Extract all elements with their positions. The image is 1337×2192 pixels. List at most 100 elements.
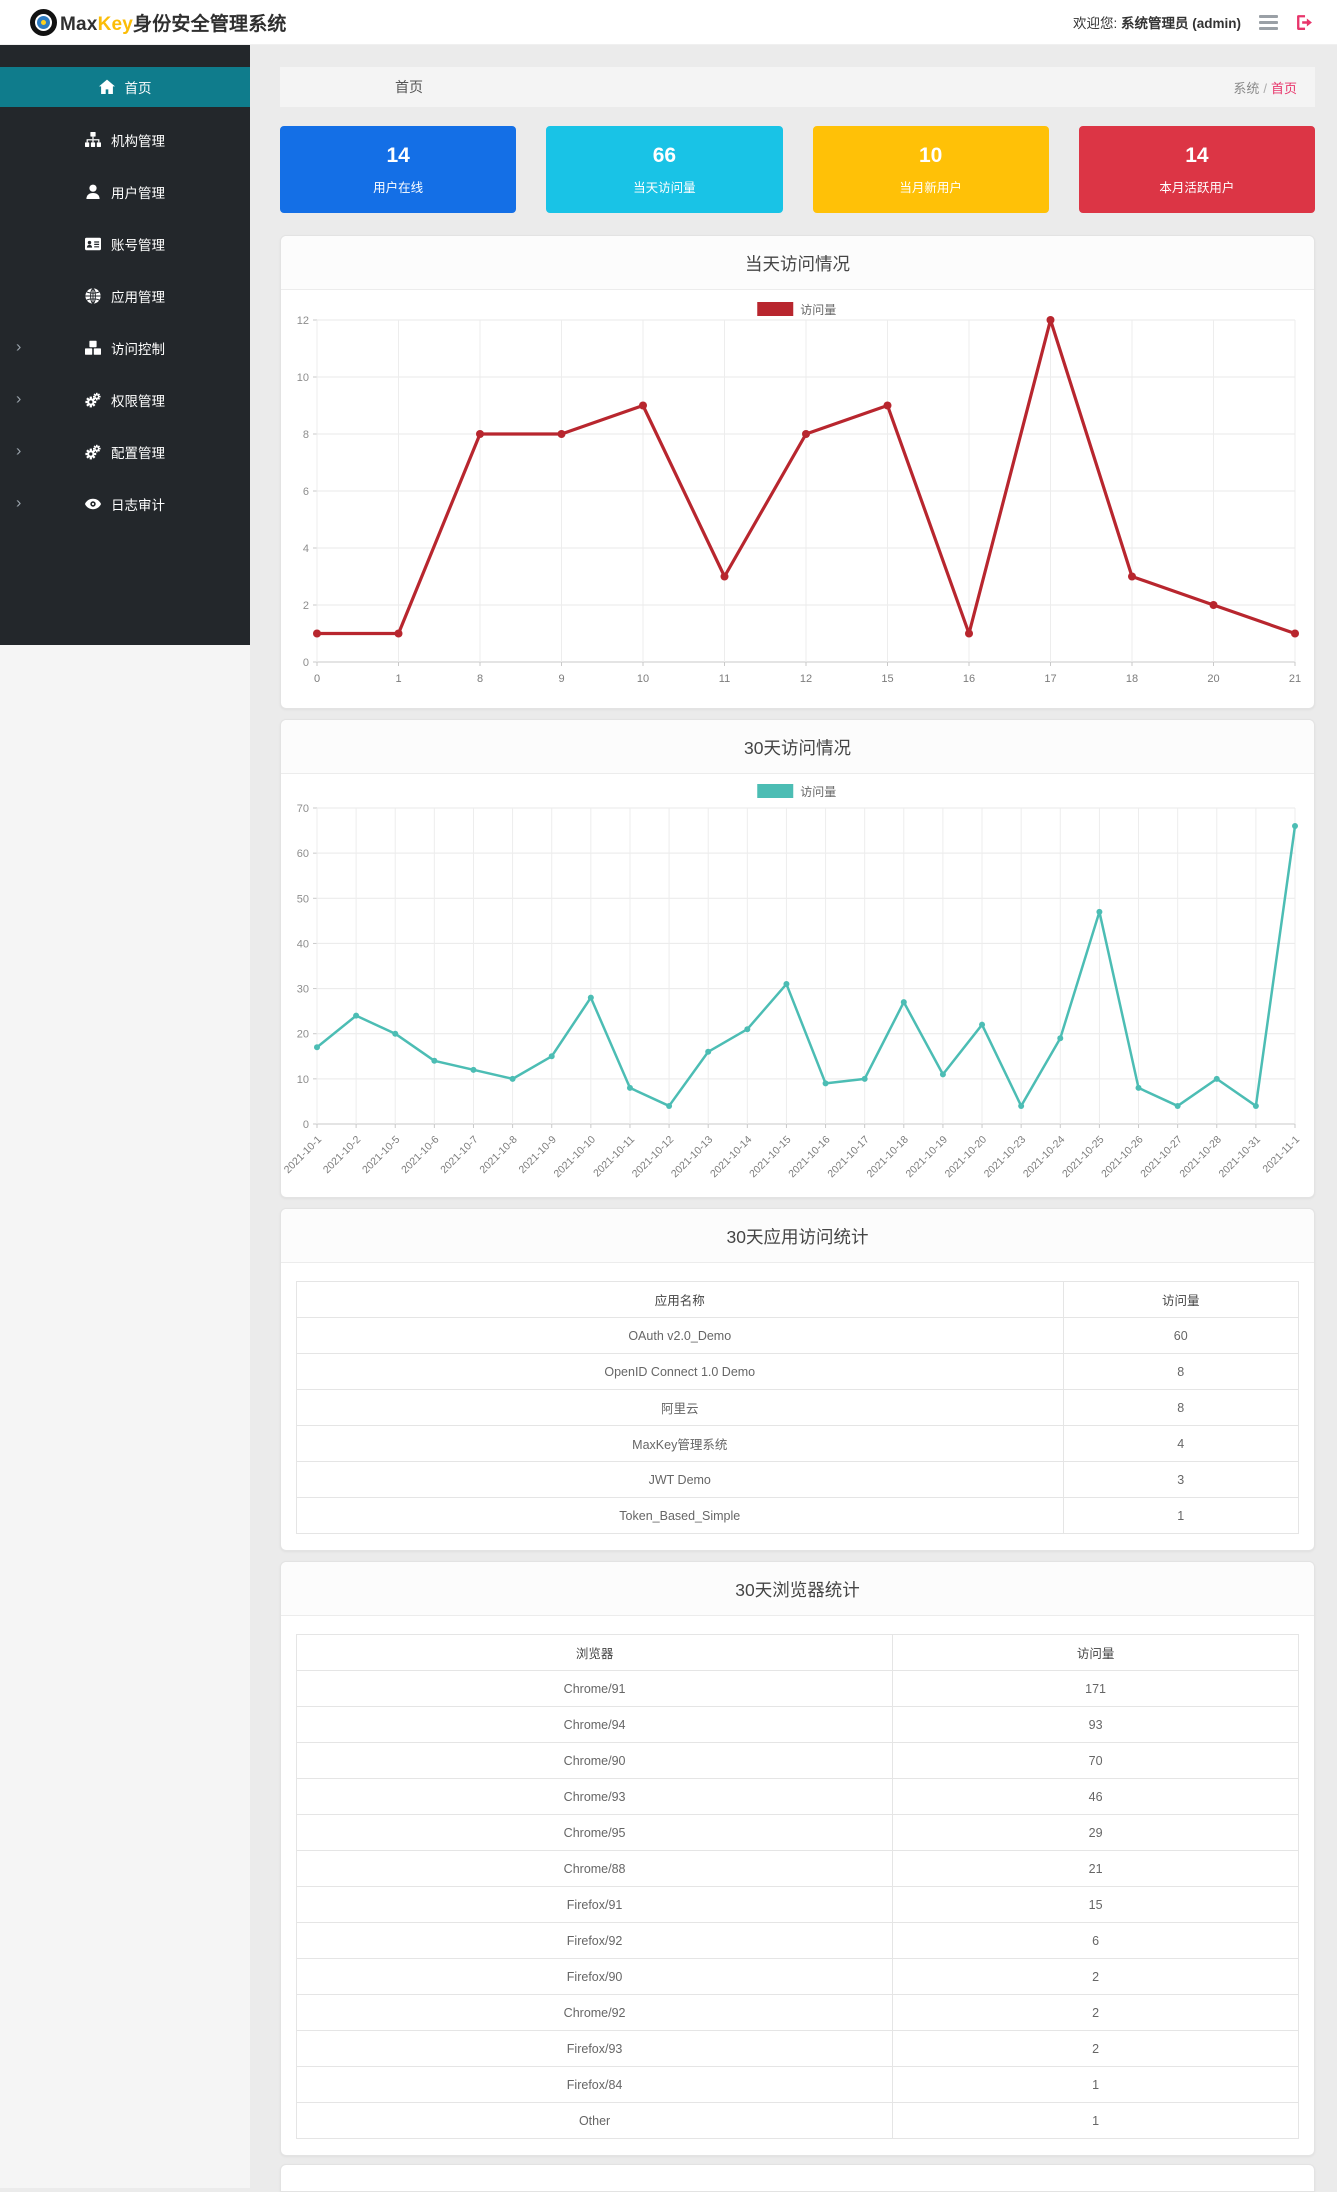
table-cell: Chrome/95 xyxy=(295,1814,894,1851)
page-title: 首页 xyxy=(395,79,423,95)
sidebar-item-perm[interactable]: › 权限管理 xyxy=(0,374,250,426)
svg-text:12: 12 xyxy=(800,673,812,685)
svg-text:18: 18 xyxy=(1126,673,1138,685)
panel-title-browser-stats: 30天浏览器统计 xyxy=(281,1562,1314,1616)
svg-text:9: 9 xyxy=(558,673,564,685)
sitemap-icon xyxy=(85,132,101,148)
svg-text:20: 20 xyxy=(297,1029,309,1041)
table-cell: 阿里云 xyxy=(296,1389,1064,1426)
chevron-right-icon: › xyxy=(16,494,22,512)
panel-title-app-stats: 30天应用访问统计 xyxy=(281,1209,1314,1263)
table-row: Chrome/91 171 xyxy=(295,1670,1299,1707)
table-cell: 70 xyxy=(892,1742,1299,1779)
maxkey-logo-icon xyxy=(30,8,57,36)
svg-text:0: 0 xyxy=(303,657,309,669)
breadcrumb-root-link[interactable]: 系统 xyxy=(1233,81,1259,96)
app-stats-table-wrap: 应用名称 访问量 OAuth v2.0_Demo 60 OpenID Connect 1… xyxy=(281,1263,1314,1550)
table-row: Chrome/92 2 xyxy=(295,1994,1299,2031)
chevron-right-icon: › xyxy=(16,338,22,356)
stat-cards-row: 14 用户在线 66 当天访问量 10 当月新用户 14 本月活跃用户 xyxy=(280,126,1315,213)
globe-icon xyxy=(85,288,101,304)
panel-title-today-visits: 当天访问情况 xyxy=(281,236,1314,290)
table-row: Firefox/93 2 xyxy=(295,2030,1299,2067)
sidebar-item-access[interactable]: › 访问控制 xyxy=(0,322,250,374)
main-content: 首页 系统 / 首页 14 用户在线 66 当天访问量 10 当月新用户 14 本月活跃用户 当天… xyxy=(250,0,1337,2192)
svg-text:2021-10-2: 2021-10-2 xyxy=(321,1134,363,1176)
stat-card-month-active-users[interactable]: 14 本月活跃用户 xyxy=(1078,126,1315,213)
svg-text:17: 17 xyxy=(1044,673,1056,685)
brand-key: Key xyxy=(97,13,134,35)
brand-suffix: 身份安全管理系统 xyxy=(133,13,287,35)
stat-card-month-new-users[interactable]: 10 当月新用户 xyxy=(812,126,1049,213)
menu-toggle-icon[interactable] xyxy=(1259,14,1278,30)
svg-text:10: 10 xyxy=(297,372,309,384)
sidebar-item-home[interactable]: 首页 xyxy=(0,67,250,107)
table-cell: 3 xyxy=(1062,1461,1300,1498)
sidebar-item-label: 配置管理 xyxy=(111,446,165,461)
user-icon xyxy=(85,184,101,200)
svg-text:15: 15 xyxy=(881,673,893,685)
table-cell: Token_Based_Simple xyxy=(296,1497,1064,1534)
table-cell: Firefox/84 xyxy=(295,2066,894,2103)
sidebar-item-user[interactable]: 用户管理 xyxy=(0,166,250,218)
brand-max: Max xyxy=(60,13,98,35)
svg-text:11: 11 xyxy=(719,673,730,685)
sidebar-item-audit[interactable]: › 日志审计 xyxy=(0,478,250,530)
table-cell: 171 xyxy=(892,1670,1299,1707)
table-header-cell: 访问量 xyxy=(892,1634,1299,1671)
svg-text:20: 20 xyxy=(1207,673,1219,685)
browser-stats-table: 浏览器 访问量 Chrome/91 171 Chrome/94 93 Chrome/90 70… xyxy=(295,1634,1299,2139)
logout-icon[interactable] xyxy=(1296,14,1313,31)
home-icon xyxy=(98,79,115,95)
svg-text:访问量: 访问量 xyxy=(800,785,836,799)
table-row: JWT Demo 3 xyxy=(296,1461,1300,1498)
svg-text:16: 16 xyxy=(963,673,975,685)
svg-text:12: 12 xyxy=(297,315,309,327)
stat-value: 14 xyxy=(386,143,410,167)
svg-text:2021-10-6: 2021-10-6 xyxy=(399,1134,441,1176)
breadcrumb-current-link[interactable]: 首页 xyxy=(1271,81,1297,96)
svg-text:30: 30 xyxy=(297,984,309,996)
breadcrumb: 首页 系统 / 首页 xyxy=(280,67,1315,107)
table-row: Firefox/91 15 xyxy=(295,1886,1299,1923)
sidebar-item-label: 日志审计 xyxy=(111,498,165,513)
sidebar-item-app[interactable]: 应用管理 xyxy=(0,270,250,322)
today-visits-line-chart: 0246810120 1 8 9 10 11 12 15 16 17 18 20 21访问量 xyxy=(297,302,1301,685)
brand-title: MaxKey身份安全管理系统 xyxy=(60,9,287,36)
table-header-cell: 访问量 xyxy=(1062,1281,1300,1318)
table-cell: Chrome/88 xyxy=(295,1850,894,1887)
sidebar-item-label: 账号管理 xyxy=(111,238,165,253)
sidebar-item-account[interactable]: 账号管理 xyxy=(0,218,250,270)
stat-label: 本月活跃用户 xyxy=(1159,180,1235,195)
svg-text:1: 1 xyxy=(395,673,401,685)
table-cell: Other xyxy=(295,2102,894,2139)
table-cell: 21 xyxy=(892,1850,1299,1887)
table-cell: 2 xyxy=(892,2030,1299,2067)
current-user: 系统管理员 (admin) xyxy=(1121,16,1241,31)
sidebar-item-label: 机构管理 xyxy=(111,134,165,149)
sidebar-item-config[interactable]: › 配置管理 xyxy=(0,426,250,478)
table-cell: 29 xyxy=(892,1814,1299,1851)
svg-text:2021-10-8: 2021-10-8 xyxy=(477,1134,519,1176)
table-cell: OpenID Connect 1.0 Demo xyxy=(296,1353,1064,1390)
30day-visits-line-chart: 0102030405060702021-10-12021-10-22021-10… xyxy=(282,784,1302,1181)
table-header-row: 浏览器 访问量 xyxy=(295,1634,1299,1671)
table-cell: Chrome/91 xyxy=(295,1670,894,1707)
table-cell: OAuth v2.0_Demo xyxy=(296,1317,1064,1354)
svg-text:2021-10-31: 2021-10-31 xyxy=(1217,1134,1264,1181)
sidebar-item-label: 应用管理 xyxy=(111,290,165,305)
table-cell: 60 xyxy=(1062,1317,1300,1354)
panel-title-30day-visits: 30天访问情况 xyxy=(281,720,1314,774)
svg-text:6: 6 xyxy=(303,486,309,498)
panel-browser-stats: 30天浏览器统计 浏览器 访问量 Chrome/91 171 Chrome/94 93 Ch… xyxy=(280,1561,1315,2156)
sidebar-item-label: 访问控制 xyxy=(111,342,165,357)
table-cell: Firefox/90 xyxy=(295,1958,894,1995)
table-cell: JWT Demo xyxy=(296,1461,1064,1498)
sidebar-item-org[interactable]: 机构管理 xyxy=(0,114,250,166)
table-cell: 2 xyxy=(892,1958,1299,1995)
table-cell: Firefox/93 xyxy=(295,2030,894,2067)
stat-card-online-users[interactable]: 14 用户在线 xyxy=(280,126,517,213)
stat-card-today-visits[interactable]: 66 当天访问量 xyxy=(546,126,783,213)
gears-icon xyxy=(85,392,101,408)
svg-text:访问量: 访问量 xyxy=(800,303,836,317)
